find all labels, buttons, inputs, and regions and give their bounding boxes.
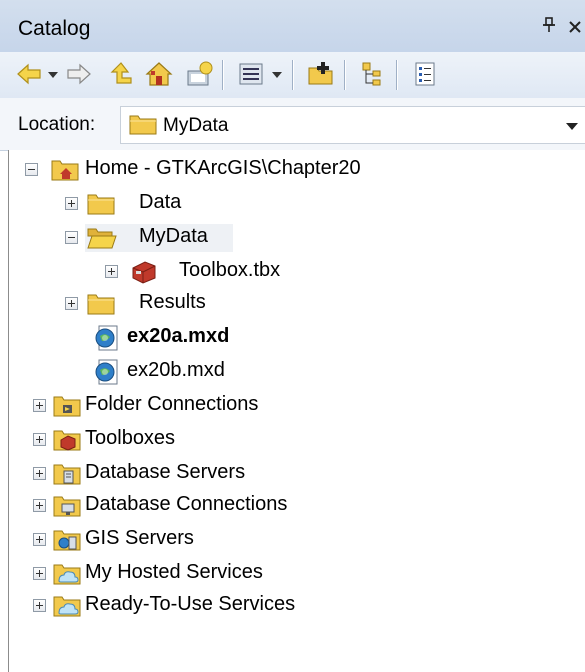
back-dropdown-icon[interactable] [48, 72, 58, 78]
tree-label: Toolboxes [85, 427, 176, 449]
collapse-icon[interactable] [25, 163, 38, 176]
close-icon[interactable] [568, 14, 582, 40]
tree-label: My Hosted Services [85, 561, 263, 583]
expand-icon[interactable] [33, 499, 46, 512]
home-folder-icon [51, 156, 79, 182]
hosted-services-icon [53, 560, 81, 586]
tree-label: Database Servers [85, 461, 246, 483]
toggle-contents-icon[interactable] [184, 59, 214, 89]
catalog-tree: Home - GTKArcGIS\Chapter20 Data MyData T… [8, 150, 585, 672]
views-icon[interactable] [236, 59, 266, 89]
home-icon[interactable] [144, 59, 174, 89]
catalog-window: Catalog Location: MyData Home - GTKArcGI… [0, 0, 585, 672]
location-dropdown-icon[interactable] [566, 123, 578, 130]
expand-icon[interactable] [33, 599, 46, 612]
location-label: Location: [18, 114, 96, 135]
tree-label: Folder Connections [85, 393, 259, 415]
expand-icon[interactable] [65, 197, 78, 210]
map-document-icon [93, 358, 121, 385]
folder-icon [129, 113, 157, 140]
views-dropdown-icon[interactable] [272, 72, 282, 78]
location-combobox[interactable]: MyData [120, 106, 585, 144]
tree-label: Ready-To-Use Services [85, 593, 296, 615]
tree-label: Results [139, 291, 206, 313]
pin-icon[interactable] [541, 16, 557, 39]
back-icon[interactable] [14, 59, 44, 89]
expand-icon[interactable] [105, 265, 118, 278]
toolbar-separator [222, 60, 224, 90]
toolbar-separator [344, 60, 346, 90]
folder-icon [87, 290, 115, 316]
collapse-icon[interactable] [65, 231, 78, 244]
expand-icon[interactable] [33, 533, 46, 546]
ready-to-use-services-icon [53, 592, 81, 618]
database-servers-icon [53, 460, 81, 486]
tree-label: MyData [139, 225, 208, 247]
connect-to-folder-icon[interactable] [306, 59, 336, 89]
tree-icon[interactable] [358, 59, 388, 89]
tree-label: Home - GTKArcGIS\Chapter20 [85, 157, 361, 179]
tree-label: Database Connections [85, 493, 288, 515]
tree-label: ex20b.mxd [127, 359, 225, 381]
tree-label: ex20a.mxd [127, 325, 230, 347]
expand-icon[interactable] [65, 297, 78, 310]
up-one-level-icon[interactable] [106, 59, 136, 89]
expand-icon[interactable] [33, 467, 46, 480]
toolbox-icon [129, 258, 157, 284]
toolbar-separator [292, 60, 294, 90]
folder-connections-icon [53, 392, 81, 418]
toolbar-separator [396, 60, 398, 90]
gis-servers-icon [53, 526, 81, 552]
catalog-toolbar [0, 52, 585, 99]
expand-icon[interactable] [33, 399, 46, 412]
map-document-icon [93, 324, 121, 351]
title-bar[interactable]: Catalog [0, 0, 585, 53]
expand-icon[interactable] [33, 567, 46, 580]
options-icon[interactable] [410, 59, 440, 89]
tree-label: Toolbox.tbx [179, 259, 281, 281]
expand-icon[interactable] [33, 433, 46, 446]
database-connections-icon [53, 492, 81, 518]
open-folder-icon [87, 224, 117, 250]
tree-label: Data [139, 191, 182, 213]
tree-label: GIS Servers [85, 527, 194, 549]
location-value: MyData [163, 115, 229, 136]
location-bar: Location: MyData [0, 98, 585, 151]
forward-icon[interactable] [64, 59, 94, 89]
folder-icon [87, 190, 115, 216]
window-title: Catalog [18, 17, 91, 40]
toolboxes-icon [53, 426, 81, 452]
tree-node-mydata[interactable]: MyData [65, 224, 233, 254]
